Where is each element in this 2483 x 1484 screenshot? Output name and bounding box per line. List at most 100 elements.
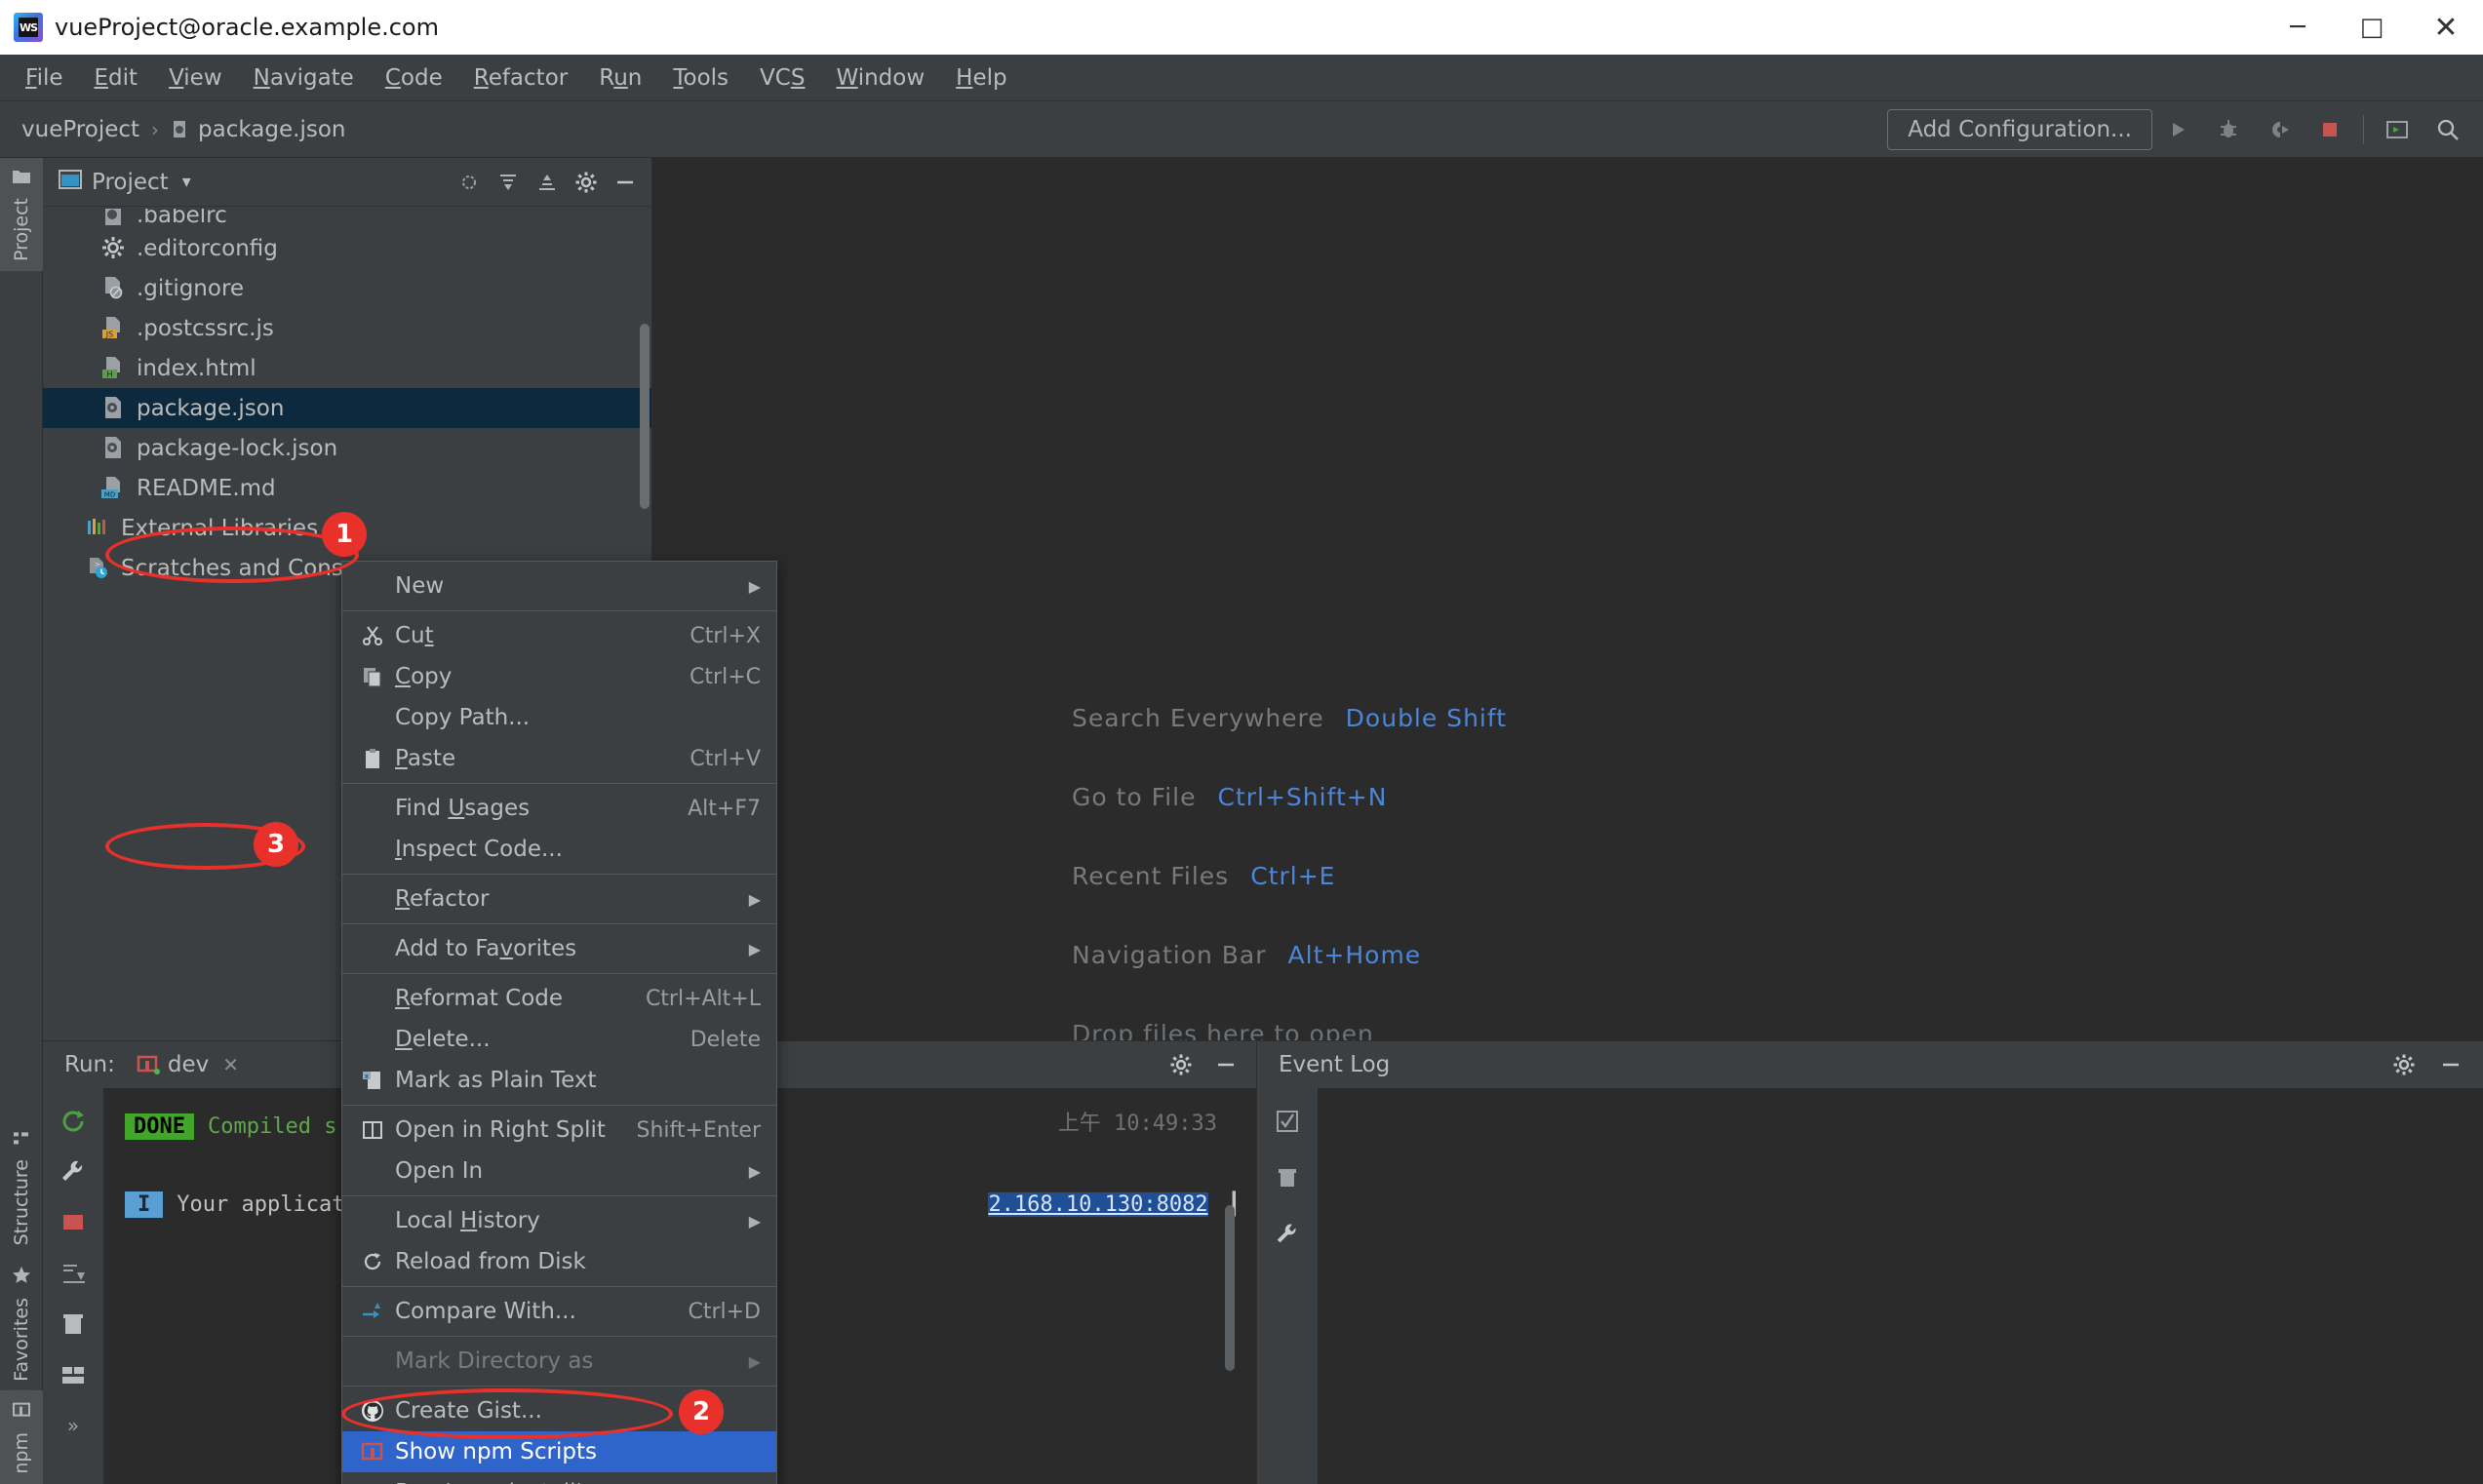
close-icon[interactable]: ✕ <box>222 1053 239 1076</box>
console-url-link[interactable]: 2.168.10.130:8082 <box>988 1191 1208 1217</box>
toolbar-right: Add Configuration... <box>1887 104 2483 155</box>
menu-window[interactable]: Window <box>820 55 940 101</box>
left-tool-strip: Project Structure Favorites npm <box>0 158 43 1484</box>
tree-row[interactable]: MD README.md <box>43 468 651 508</box>
menu-view[interactable]: View <box>153 55 238 101</box>
menu-item-open-in[interactable]: Open In ▶ <box>342 1151 776 1191</box>
no-icon <box>356 936 389 961</box>
menu-item-copy[interactable]: Copy Ctrl+C <box>342 656 776 697</box>
sidebar-item-favorites[interactable]: Favorites <box>0 1256 43 1391</box>
maximize-button[interactable]: □ <box>2335 0 2409 55</box>
rerun-icon[interactable] <box>50 1098 97 1145</box>
run-with-coverage-icon[interactable] <box>2254 104 2305 155</box>
trash-icon[interactable] <box>50 1301 97 1347</box>
gear-icon[interactable] <box>1164 1048 1198 1081</box>
tree-row-label: External Libraries <box>121 515 319 541</box>
menu-edit[interactable]: Edit <box>79 55 154 101</box>
collapse-settings-icon[interactable] <box>453 166 486 199</box>
search-icon[interactable] <box>2423 104 2473 155</box>
project-tree-scrollbar[interactable] <box>640 324 650 509</box>
menu-navigate[interactable]: Navigate <box>238 55 370 101</box>
no-icon <box>356 886 389 912</box>
context-menu[interactable]: New ▶ Cut Ctrl+X Copy Ctrl+C Copy Path..… <box>341 561 777 1484</box>
webstorm-icon: WS <box>14 13 43 42</box>
menu-item-find-usages[interactable]: Find Usages Alt+F7 <box>342 788 776 829</box>
menu-item-show-npm-scripts[interactable]: Show npm Scripts <box>342 1431 776 1472</box>
menu-refactor[interactable]: Refactor <box>458 55 584 101</box>
menu-item-local-history[interactable]: Local History ▶ <box>342 1200 776 1241</box>
breadcrumb-project[interactable]: vueProject <box>21 117 139 142</box>
layout-icon[interactable] <box>50 1351 97 1398</box>
menu-item-refactor[interactable]: Refactor ▶ <box>342 879 776 919</box>
hide-icon[interactable] <box>609 166 642 199</box>
tree-row[interactable]: .gitignore <box>43 268 651 308</box>
menu-item-mark-as-plain-text[interactable]: x Mark as Plain Text <box>342 1060 776 1101</box>
gear-file-icon <box>101 236 127 261</box>
submenu-arrow-icon: ▶ <box>748 889 761 909</box>
tree-row[interactable]: .babelrc <box>43 209 651 228</box>
menu-item-open-in-right-split[interactable]: Open in Right Split Shift+Enter <box>342 1110 776 1151</box>
stop-icon[interactable] <box>2305 104 2355 155</box>
svg-text:MD: MD <box>104 490 115 498</box>
hide-icon[interactable] <box>2434 1048 2467 1081</box>
more-icon[interactable]: » <box>50 1402 97 1449</box>
scratches-icon: >_ <box>86 556 111 581</box>
menu-item-inspect-code[interactable]: Inspect Code... <box>342 829 776 870</box>
tree-row[interactable]: H index.html <box>43 348 651 388</box>
tree-row-label: README.md <box>137 475 276 501</box>
tree-row-package-json[interactable]: package.json <box>43 388 651 428</box>
menu-item-cut[interactable]: Cut Ctrl+X <box>342 615 776 656</box>
scroll-to-end-icon[interactable] <box>50 1250 97 1297</box>
annotation-badge-2: 2 <box>679 1389 724 1434</box>
gear-icon[interactable] <box>570 166 603 199</box>
hide-icon[interactable] <box>1209 1048 1242 1081</box>
menu-item-compare-with[interactable]: Compare With... Ctrl+D <box>342 1291 776 1332</box>
close-button[interactable]: ✕ <box>2409 0 2483 55</box>
menu-item-shortcut: Ctrl+D <box>688 1299 761 1324</box>
menu-separator <box>342 1286 776 1287</box>
tree-row[interactable]: .editorconfig <box>43 228 651 268</box>
trash-icon[interactable] <box>1264 1154 1311 1201</box>
tree-row[interactable]: JS .postcssrc.js <box>43 308 651 348</box>
run-icon[interactable] <box>2152 104 2203 155</box>
minimize-button[interactable]: ─ <box>2261 0 2335 55</box>
console-scrollbar[interactable] <box>1225 1205 1235 1371</box>
sidebar-item-structure[interactable]: Structure <box>0 1119 43 1255</box>
menu-file[interactable]: File <box>10 55 79 101</box>
add-configuration-button[interactable]: Add Configuration... <box>1887 108 2152 150</box>
wrench-icon[interactable] <box>1264 1211 1311 1258</box>
chevron-down-icon[interactable]: ▾ <box>182 172 191 192</box>
menu-tools[interactable]: Tools <box>657 55 744 101</box>
menu-code[interactable]: Code <box>370 55 458 101</box>
gear-icon[interactable] <box>2387 1048 2421 1081</box>
sidebar-item-project[interactable]: Project <box>0 158 43 272</box>
debug-icon[interactable] <box>2203 104 2254 155</box>
menu-item-copy-path[interactable]: Copy Path... <box>342 697 776 738</box>
menu-item-new[interactable]: New ▶ <box>342 566 776 606</box>
menu-item-delete[interactable]: Delete... Delete <box>342 1019 776 1060</box>
menu-help[interactable]: Help <box>940 55 1022 101</box>
no-icon <box>356 705 389 730</box>
menu-item-reformat-code[interactable]: Reformat Code Ctrl+Alt+L <box>342 978 776 1019</box>
tree-row[interactable]: package-lock.json <box>43 428 651 468</box>
menu-vcs[interactable]: VCS <box>744 55 820 101</box>
tree-row-label: .babelrc <box>137 209 227 228</box>
hint-shortcut: Ctrl+Shift+N <box>1217 783 1388 811</box>
stop-icon[interactable] <box>50 1199 97 1246</box>
breadcrumb-file[interactable]: package.json <box>198 117 345 142</box>
menu-item-reload-from-disk[interactable]: Reload from Disk <box>342 1241 776 1282</box>
breadcrumb-separator: › <box>151 117 160 141</box>
menu-run[interactable]: Run <box>583 55 657 101</box>
wrench-icon[interactable] <box>50 1149 97 1195</box>
menu-item-run-npm-install[interactable]: Run 'npm install' <box>342 1472 776 1484</box>
collapse-all-icon[interactable] <box>531 166 564 199</box>
menu-item-paste[interactable]: Paste Ctrl+V <box>342 738 776 779</box>
terminal-icon[interactable] <box>2372 104 2423 155</box>
expand-all-icon[interactable] <box>492 166 525 199</box>
sidebar-item-npm[interactable]: npm <box>0 1390 43 1484</box>
menu-item-add-to-favorites[interactable]: Add to Favorites ▶ <box>342 928 776 969</box>
done-badge: DONE <box>125 1113 194 1140</box>
menu-separator <box>342 610 776 611</box>
run-tab-dev[interactable]: dev ✕ <box>137 1052 239 1077</box>
mark-read-icon[interactable] <box>1264 1098 1311 1145</box>
